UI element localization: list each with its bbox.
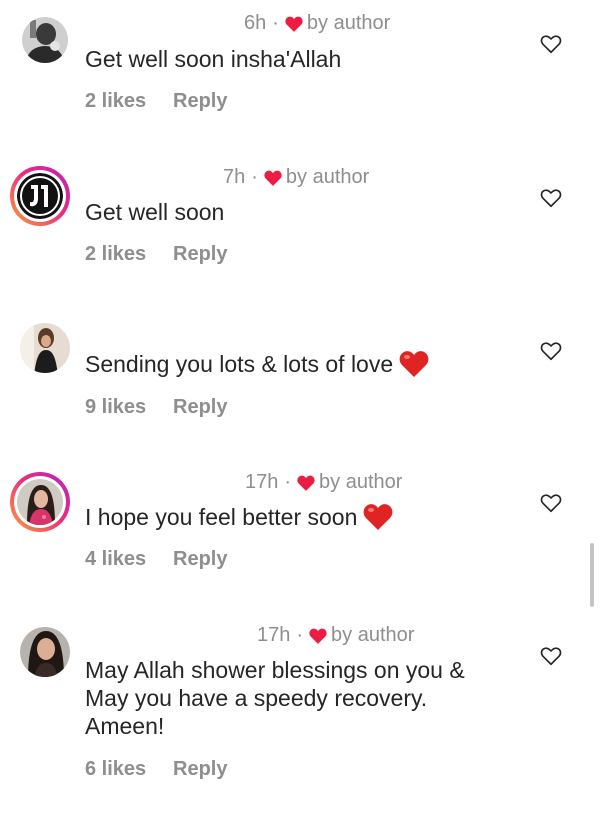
comment-time: 7h [223,166,246,188]
avatar-with-story-ring[interactable] [10,166,70,226]
likes-count[interactable]: 2 likes [85,243,173,266]
comment-text: Sending you lots & lots of love [85,350,505,378]
avatar[interactable] [22,14,68,66]
comment-text: I hope you feel better soon [85,503,505,531]
heart-outline-icon[interactable] [540,34,562,54]
comment-meta: 17h · by author [245,471,402,494]
comment-time: 17h [257,624,291,646]
author-like-badge: by author [331,624,415,646]
reply-button[interactable]: Reply [173,548,227,570]
separator-dot: · [272,12,279,34]
comment-text: May Allah shower blessings on you & May … [85,656,505,740]
author-like-badge: by author [306,12,391,34]
separator-dot: · [284,471,292,493]
comment-actions: 2 likes Reply [85,243,227,266]
red-heart-emoji [399,351,429,377]
author-like-badge: by author [319,471,403,493]
author-like-badge: by author [285,166,370,188]
scrollbar-thumb[interactable] [590,543,594,607]
reply-button[interactable]: Reply [173,243,227,265]
reply-button[interactable]: Reply [173,90,227,112]
comment-text: Get well soon insha'Allah [85,46,342,72]
heart-outline-icon[interactable] [540,493,562,513]
comment-time: 17h [245,471,279,493]
comment-time: 6h [244,12,267,34]
separator-dot: · [251,166,258,188]
comment-meta: 6h · by author [244,12,390,35]
red-heart-emoji [363,504,393,530]
heart-filled-icon [285,16,303,32]
comment-text-body: Sending you lots & lots of love [85,351,394,377]
avatar-with-story-ring[interactable] [10,472,70,532]
comment-meta: 17h · by author [257,624,414,647]
heart-filled-icon [309,628,327,644]
separator-dot: · [296,624,304,646]
likes-count[interactable]: 6 likes [85,758,173,781]
comment-text-line: Ameen! [85,713,165,739]
heart-outline-icon[interactable] [540,188,562,208]
heart-outline-icon[interactable] [540,341,562,361]
comment-text-line: May you have a speedy recovery. [85,685,428,711]
heart-filled-icon [264,170,282,186]
reply-button[interactable]: Reply [173,758,227,780]
heart-filled-icon [297,475,315,491]
comment-meta: 7h · by author [223,166,369,189]
comment-actions: 9 likes Reply [85,396,227,419]
likes-count[interactable]: 9 likes [85,396,173,419]
comment-text: Get well soon [85,199,225,225]
comment-text-line: May Allah shower blessings on you & [85,657,465,683]
comment-actions: 6 likes Reply [85,758,227,781]
avatar[interactable] [20,320,70,376]
comment-actions: 2 likes Reply [85,90,227,113]
comment-text-body: I hope you feel better soon [85,504,358,530]
likes-count[interactable]: 2 likes [85,90,173,113]
reply-button[interactable]: Reply [173,396,227,418]
likes-count[interactable]: 4 likes [85,548,173,571]
avatar[interactable] [20,625,70,679]
comment-actions: 4 likes Reply [85,548,227,571]
heart-outline-icon[interactable] [540,646,562,666]
